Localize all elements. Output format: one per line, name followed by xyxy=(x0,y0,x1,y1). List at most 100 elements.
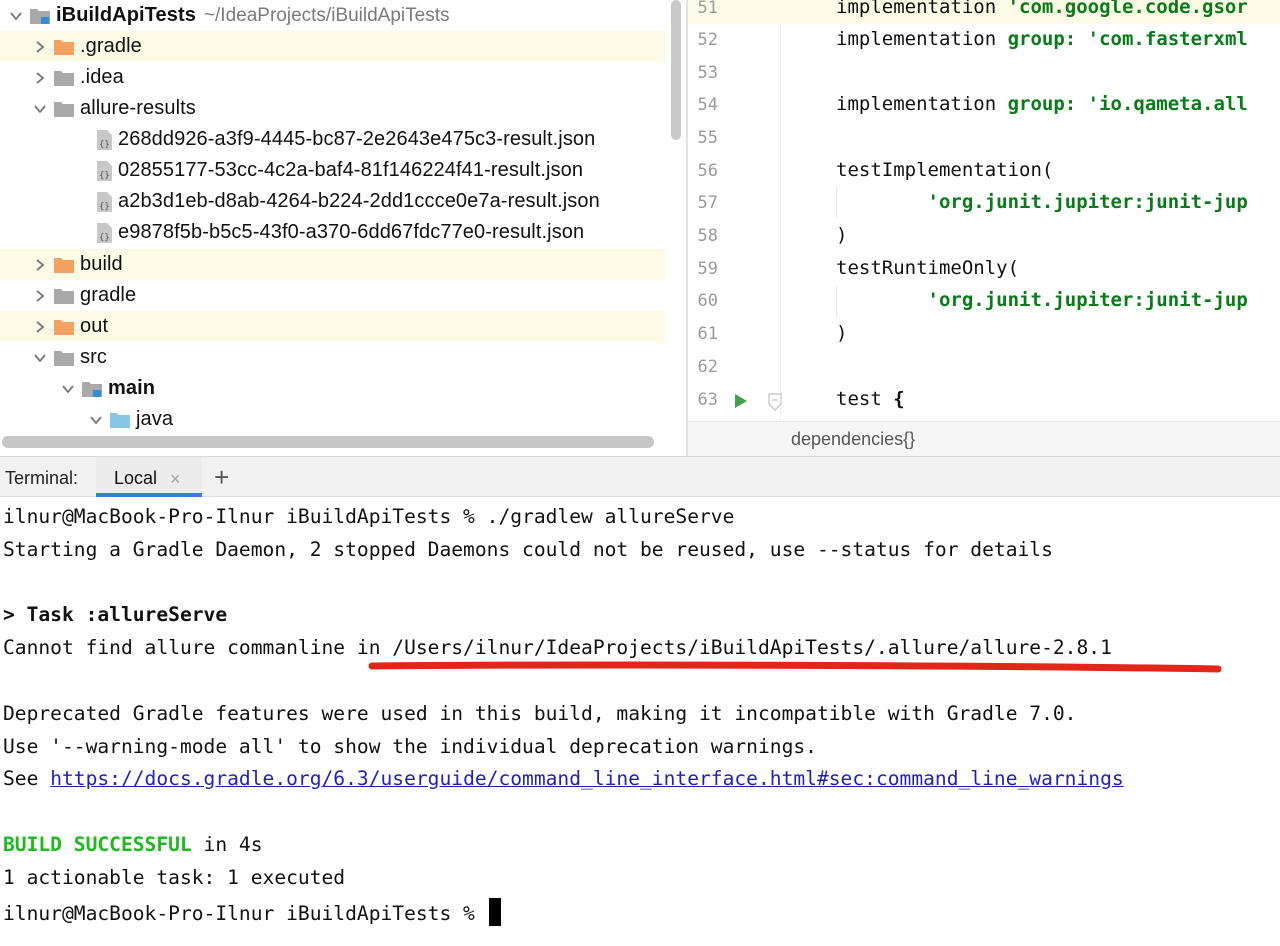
run-gutter-icon[interactable] xyxy=(734,393,748,409)
code-string: 'io.qameta.all xyxy=(1087,93,1248,115)
project-tree: iBuildApiTests ~/IdeaProjects/iBuildApiT… xyxy=(0,0,668,456)
terminal-prompt-line[interactable]: ilnur@MacBook-Pro-Ilnur iBuildApiTests % xyxy=(3,898,501,926)
tree-item-java[interactable]: java xyxy=(0,404,665,435)
tree-item-gradle-cache[interactable]: .gradle xyxy=(0,31,665,62)
line-number: 55 xyxy=(697,128,718,148)
tree-item-src[interactable]: src xyxy=(0,342,665,373)
tree-item-label: .gradle xyxy=(80,35,142,57)
fold-marker-icon[interactable] xyxy=(768,393,782,411)
terminal-line: Cannot find allure commanline in /Users/… xyxy=(3,636,1112,659)
chevron-right-icon[interactable] xyxy=(28,35,52,59)
tree-item-build[interactable]: build xyxy=(0,249,665,280)
json-file-icon: {} xyxy=(97,222,112,243)
line-number: 59 xyxy=(697,259,718,279)
code-line[interactable]: 56 testImplementation( xyxy=(688,155,1280,187)
code-line[interactable]: 52 implementation group: 'com.fasterxml xyxy=(688,24,1280,56)
task-name: Task :allureServe xyxy=(26,603,228,626)
tree-item-json-file[interactable]: {} 02855177-53cc-4c2a-baf4-81f146224f41-… xyxy=(0,155,665,186)
tree-item-label: 268dd926-a3f9-4445-bc87-2e2643e475c3-res… xyxy=(118,128,596,150)
terminal-line: ilnur@MacBook-Pro-Ilnur iBuildApiTests %… xyxy=(3,505,735,528)
code-text: 'org.junit.jupiter:junit-jup xyxy=(836,289,1248,311)
chevron-down-icon[interactable] xyxy=(28,346,52,370)
terminal-title: Terminal: xyxy=(5,468,79,488)
tree-item-out[interactable]: out xyxy=(0,311,665,342)
terminal-line: See https://docs.gradle.org/6.3/userguid… xyxy=(3,767,1124,790)
code-editor[interactable]: 51 implementation 'com.google.code.gsor … xyxy=(688,0,1280,456)
code-text: test { xyxy=(836,388,905,410)
code-text: implementation group: 'io.qameta.all xyxy=(836,93,1248,115)
folder-icon xyxy=(52,255,76,275)
tree-item-label: a2b3d1eb-d8ab-4264-b224-2dd1ccce0e7a-res… xyxy=(118,190,600,212)
tree-item-gradle[interactable]: gradle xyxy=(0,280,665,311)
tree-item-label: build xyxy=(80,253,123,275)
code-line[interactable]: 61 ) xyxy=(688,318,1280,350)
code-line[interactable]: 55 xyxy=(688,122,1280,154)
tree-item-label: .idea xyxy=(80,66,124,88)
tree-item-json-file[interactable]: {} e9878f5b-b5c5-43f0-a370-6dd67fdc77e0-… xyxy=(0,217,665,248)
chevron-down-icon[interactable] xyxy=(56,377,80,401)
code-line[interactable]: 53 xyxy=(688,57,1280,89)
folder-icon xyxy=(52,37,76,57)
code-line[interactable]: 62 xyxy=(688,351,1280,383)
chevron-right-icon[interactable] xyxy=(28,315,52,339)
tree-item-json-file[interactable]: {} 268dd926-a3f9-4445-bc87-2e2643e475c3-… xyxy=(0,124,665,155)
terminal-cursor xyxy=(488,898,501,926)
code-line[interactable]: 59 testRuntimeOnly( xyxy=(688,253,1280,285)
red-annotation-underline xyxy=(368,661,1222,673)
code-line[interactable]: 57 'org.junit.jupiter:junit-jup xyxy=(688,187,1280,219)
tree-horizontal-scrollbar[interactable] xyxy=(2,436,654,448)
breadcrumb-item[interactable]: dependencies{} xyxy=(791,429,915,450)
folder-icon xyxy=(52,286,76,306)
json-file-icon: {} xyxy=(97,129,112,150)
tree-item-allure-results[interactable]: allure-results xyxy=(0,93,665,124)
folder-icon xyxy=(52,317,76,337)
chevron-right-icon[interactable] xyxy=(28,253,52,277)
folder-icon xyxy=(52,99,76,119)
tab-local[interactable]: Local × xyxy=(96,457,202,497)
chevron-down-icon[interactable] xyxy=(4,4,28,28)
svg-text:{}: {} xyxy=(99,202,110,212)
tree-vertical-scrollbar[interactable] xyxy=(671,0,681,140)
code-text: implementation 'com.google.code.gsor xyxy=(836,0,1248,18)
tree-item-idea[interactable]: .idea xyxy=(0,62,665,93)
code-line[interactable]: 51 implementation 'com.google.code.gsor xyxy=(688,0,1280,24)
editor-breadcrumb[interactable]: dependencies{} xyxy=(688,421,1280,456)
tree-item-label: gradle xyxy=(80,284,137,306)
chevron-right-icon[interactable] xyxy=(28,284,52,308)
chevron-down-icon[interactable] xyxy=(28,97,52,121)
code-text: implementation group: 'com.fasterxml xyxy=(836,28,1248,50)
json-file-icon: {} xyxy=(97,191,112,212)
terminal-output[interactable]: ilnur@MacBook-Pro-Ilnur iBuildApiTests %… xyxy=(0,497,1280,946)
terminal-line: BUILD SUCCESSFUL in 4s xyxy=(3,833,263,856)
code-text: 'org.junit.jupiter:junit-jup xyxy=(836,191,1248,213)
svg-text:{}: {} xyxy=(99,140,110,150)
code-text: ) xyxy=(836,224,848,246)
add-tab-button[interactable]: + xyxy=(214,462,229,493)
line-number: 54 xyxy=(697,95,718,115)
chevron-down-icon[interactable] xyxy=(84,408,108,432)
code-keyword: group: xyxy=(1007,28,1088,50)
docs-link[interactable]: https://docs.gradle.org/6.3/userguide/co… xyxy=(50,767,1123,790)
code-token: implementation xyxy=(836,93,1008,115)
code-line[interactable]: 54 implementation group: 'io.qameta.all xyxy=(688,89,1280,121)
code-keyword: group: xyxy=(1007,93,1088,115)
line-number: 57 xyxy=(697,193,718,213)
task-prompt: > xyxy=(3,603,27,626)
chevron-right-icon[interactable] xyxy=(28,66,52,90)
code-text: testImplementation( xyxy=(836,159,1054,181)
code-line[interactable]: 60 'org.junit.jupiter:junit-jup xyxy=(688,285,1280,317)
line-number: 61 xyxy=(697,324,718,344)
close-icon[interactable]: × xyxy=(170,469,181,490)
project-root-path: ~/IdeaProjects/iBuildApiTests xyxy=(203,4,450,26)
tree-item-label: out xyxy=(80,315,109,337)
tree-item-main[interactable]: main xyxy=(0,373,665,404)
line-number: 52 xyxy=(697,30,718,50)
tab-label: Local xyxy=(114,468,158,488)
code-string: 'com.google.code.gsor xyxy=(1007,0,1248,18)
tree-item-json-file[interactable]: {} a2b3d1eb-d8ab-4264-b224-2dd1ccce0e7a-… xyxy=(0,186,665,217)
tree-item-root[interactable]: iBuildApiTests ~/IdeaProjects/iBuildApiT… xyxy=(0,0,665,31)
shell-prompt: ilnur@MacBook-Pro-Ilnur iBuildApiTests % xyxy=(3,902,487,925)
code-line[interactable]: 58 ) xyxy=(688,220,1280,252)
tree-item-label: 02855177-53cc-4c2a-baf4-81f146224f41-res… xyxy=(118,159,584,181)
